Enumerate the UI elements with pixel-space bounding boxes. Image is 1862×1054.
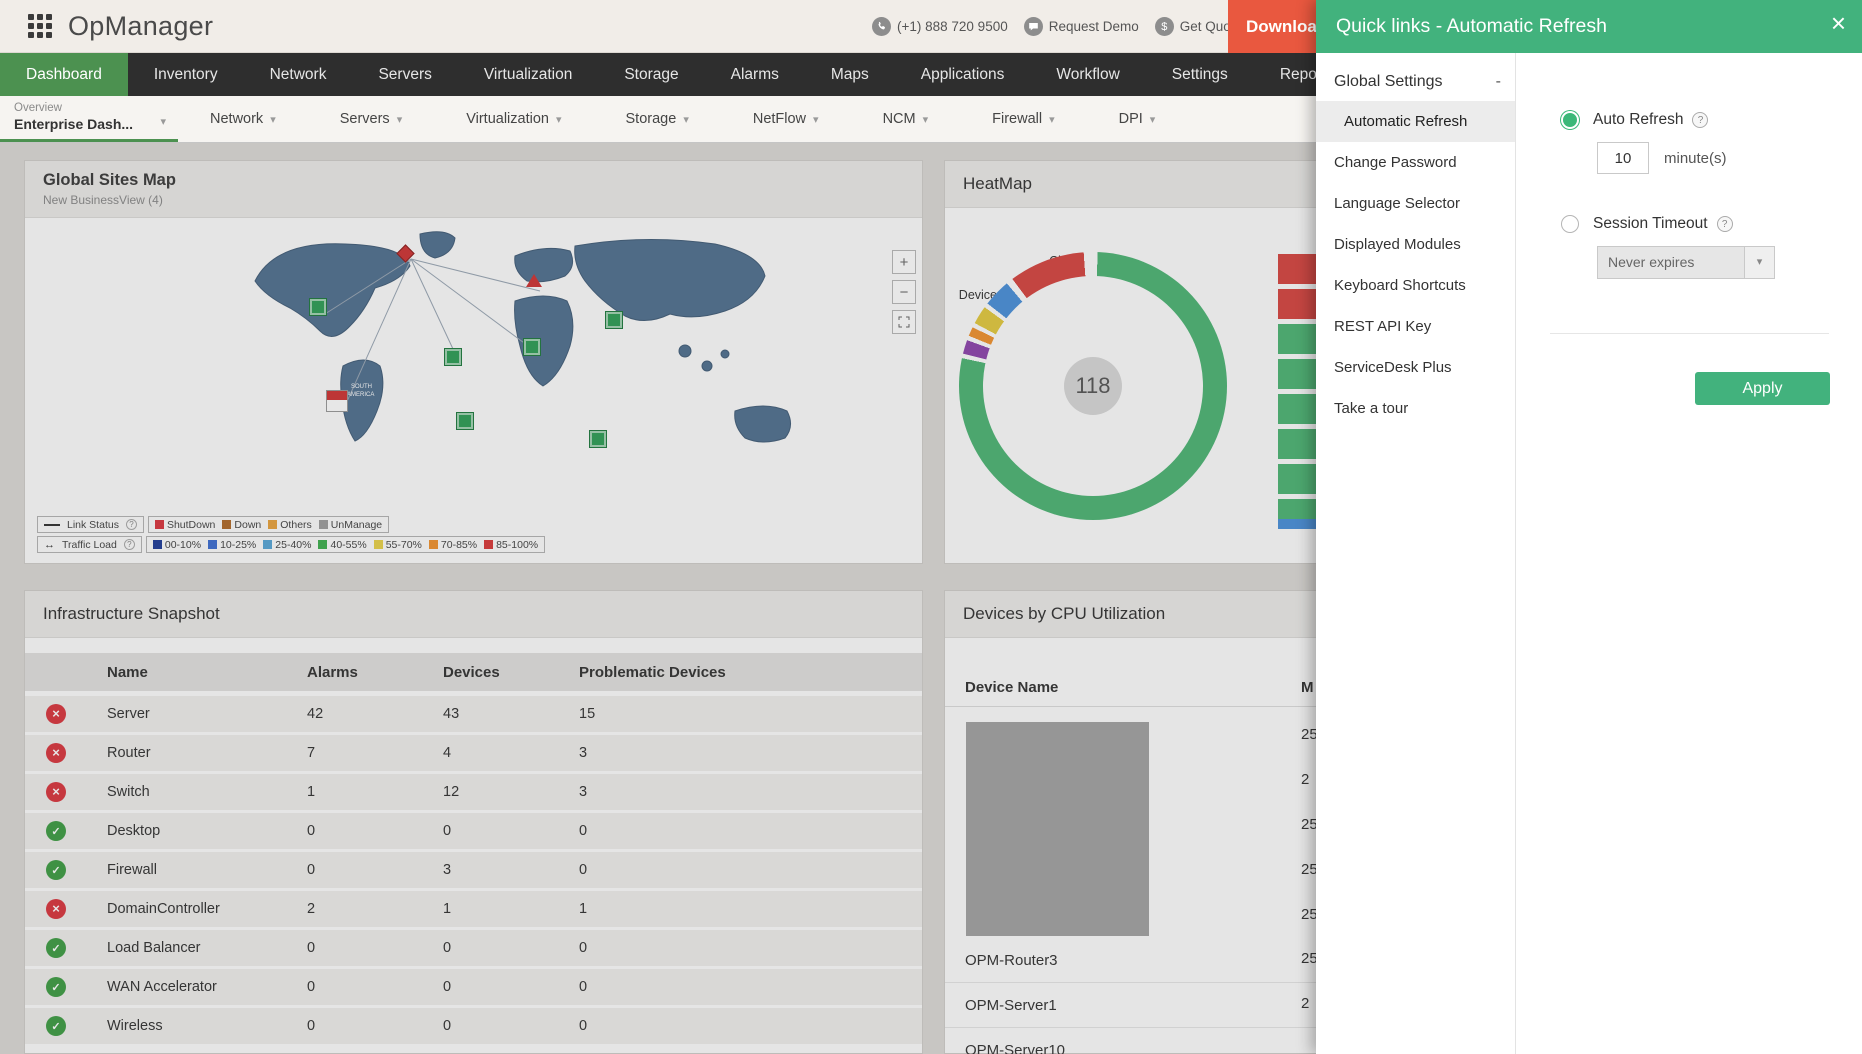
sidebar-item-language-selector[interactable]: Language Selector	[1316, 183, 1515, 224]
sidebar-item-displayed-modules[interactable]: Displayed Modules	[1316, 224, 1515, 265]
request-demo-label: Request Demo	[1048, 19, 1139, 34]
nav-applications[interactable]: Applications	[895, 53, 1031, 96]
refresh-interval-input[interactable]	[1597, 142, 1649, 174]
chevron-down-icon: ▾	[683, 114, 689, 126]
phone-icon	[872, 17, 891, 36]
sidebar-item-rest-api-key[interactable]: REST API Key	[1316, 306, 1515, 347]
sidebar-item-take-a-tour[interactable]: Take a tour	[1316, 388, 1515, 429]
nav-virtualization[interactable]: Virtualization	[458, 53, 598, 96]
help-icon[interactable]: ?	[1716, 216, 1733, 232]
session-timeout-label: Session Timeout	[1593, 215, 1708, 232]
sidebar-item-change-password[interactable]: Change Password	[1316, 142, 1515, 183]
topbar-contacts: (+1) 888 720 9500 Request Demo $ Get Quo…	[872, 0, 1242, 53]
chevron-down-icon: ▾	[270, 114, 276, 126]
selected-option: Never expires	[1608, 254, 1695, 270]
dollar-icon: $	[1154, 17, 1174, 36]
tab-network[interactable]: Network ▾	[178, 96, 308, 142]
panel-body: Auto Refresh ? minute(s) Session Timeout…	[1516, 53, 1862, 1054]
sidebar-item-keyboard-shortcuts[interactable]: Keyboard Shortcuts	[1316, 265, 1515, 306]
sidebar-section-global-settings[interactable]: Global Settings -	[1316, 63, 1515, 101]
tab-firewall[interactable]: Firewall ▾	[960, 96, 1086, 142]
chevron-down-icon: ▾	[1049, 114, 1055, 126]
tab-virtualization[interactable]: Virtualization ▾	[434, 96, 593, 142]
phone-contact: (+1) 888 720 9500	[872, 17, 1008, 36]
active-dashboard-name: Enterprise Dash...	[14, 116, 134, 132]
nav-workflow[interactable]: Workflow	[1030, 53, 1145, 96]
request-demo-link[interactable]: Request Demo	[1023, 17, 1139, 36]
minutes-unit-label: minute(s)	[1664, 150, 1727, 167]
chevron-down-icon: ▾	[922, 114, 929, 126]
modal-dim-overlay[interactable]	[0, 142, 1316, 1054]
chevron-down-icon[interactable]: ▾	[1744, 247, 1774, 278]
chevron-down-icon[interactable]: ▾	[160, 115, 166, 128]
nav-servers[interactable]: Servers	[352, 53, 457, 96]
chevron-down-icon: ▾	[1149, 114, 1156, 126]
nav-inventory[interactable]: Inventory	[128, 53, 244, 96]
overview-label: Overview	[14, 102, 62, 114]
nav-storage[interactable]: Storage	[598, 53, 704, 96]
phone-number: (+1) 888 720 9500	[897, 19, 1008, 34]
tab-ncm[interactable]: NCM ▾	[851, 96, 961, 142]
panel-sidebar: Global Settings - Automatic Refresh Chan…	[1316, 53, 1516, 1054]
help-icon[interactable]: ?	[1692, 112, 1709, 128]
nav-maps[interactable]: Maps	[805, 53, 895, 96]
sidebar-item-automatic-refresh[interactable]: Automatic Refresh	[1316, 101, 1515, 142]
tab-storage[interactable]: Storage ▾	[594, 96, 721, 142]
nav-settings[interactable]: Settings	[1146, 53, 1254, 96]
session-timeout-option: Session Timeout ?	[1561, 215, 1733, 233]
tab-servers[interactable]: Servers ▾	[308, 96, 435, 142]
nav-network[interactable]: Network	[244, 53, 353, 96]
session-timeout-select[interactable]: Never expires ▾	[1597, 246, 1775, 279]
panel-header: Quick links - Automatic Refresh ×	[1316, 0, 1862, 53]
chevron-down-icon: ▾	[396, 114, 403, 126]
divider	[1550, 333, 1829, 334]
tab-dpi[interactable]: DPI ▾	[1087, 96, 1188, 142]
tab-netflow[interactable]: NetFlow ▾	[721, 96, 851, 142]
auto-refresh-label: Auto Refresh	[1593, 111, 1684, 128]
nav-dashboard[interactable]: Dashboard	[0, 53, 128, 96]
quick-links-panel: Quick links - Automatic Refresh × Global…	[1316, 0, 1862, 1054]
opmanager-app: OpManager (+1) 888 720 9500 Request Demo…	[0, 0, 1862, 1054]
apply-button[interactable]: Apply	[1695, 372, 1830, 405]
panel-title: Quick links - Automatic Refresh	[1336, 15, 1607, 37]
auto-refresh-radio[interactable]	[1561, 111, 1579, 129]
apps-grid-icon[interactable]	[28, 14, 52, 38]
session-timeout-radio[interactable]	[1561, 215, 1579, 233]
auto-refresh-option: Auto Refresh ?	[1561, 111, 1709, 129]
tab-overview-dashboard[interactable]: Overview Enterprise Dash... ▾	[0, 96, 178, 142]
close-icon[interactable]: ×	[1831, 10, 1846, 36]
collapse-icon[interactable]: -	[1496, 63, 1501, 101]
chevron-down-icon: ▾	[555, 114, 562, 126]
nav-alarms[interactable]: Alarms	[705, 53, 805, 96]
sidebar-item-servicedesk-plus[interactable]: ServiceDesk Plus	[1316, 347, 1515, 388]
app-logo: OpManager	[68, 10, 214, 41]
chevron-down-icon: ▾	[813, 114, 819, 126]
chat-icon	[1023, 17, 1043, 36]
